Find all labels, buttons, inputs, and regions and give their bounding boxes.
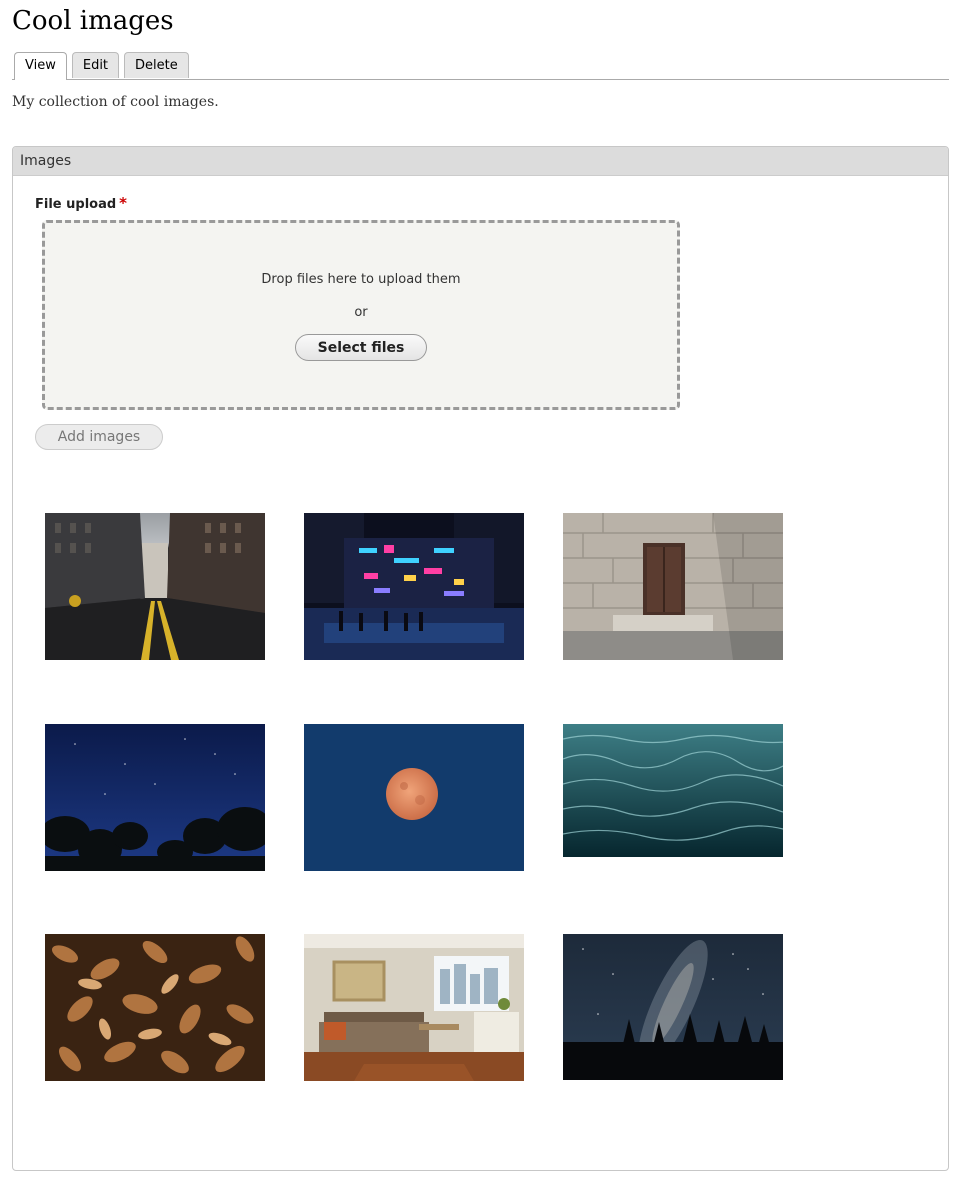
city-street-image [45,513,265,660]
gallery-image-autumn-leaves[interactable] [45,934,265,1081]
tab-edit[interactable]: Edit [71,52,120,78]
images-fieldset: Images File upload * Drop files here to u… [12,146,949,1171]
page-title: Cool images [12,6,174,36]
fieldset-legend: Images [13,147,948,176]
gallery-image-living-room[interactable] [304,934,524,1081]
night-sky-image [45,724,265,871]
neon-city-image [304,513,524,660]
dropzone-text: Drop files here to upload them [261,272,461,287]
gallery-image-full-moon[interactable] [304,724,524,871]
autumn-leaves-image [45,934,265,1081]
add-images-button[interactable]: Add images [35,424,163,450]
gallery-image-ocean-waves[interactable] [563,724,783,857]
dropzone-or: or [354,305,368,320]
gallery-image-milky-way[interactable] [563,934,783,1080]
gallery-image-neon-city[interactable] [304,513,524,660]
living-room-image [304,934,524,1081]
page-description: My collection of cool images. [12,94,219,110]
file-upload-label: File upload * [35,194,127,212]
stone-doorway-image [563,513,783,660]
full-moon-image [304,724,524,871]
gallery-image-stone-doorway[interactable] [563,513,783,660]
required-marker: * [119,194,128,212]
gallery-image-city-street[interactable] [45,513,265,660]
milky-way-image [563,934,783,1080]
select-files-button[interactable]: Select files [295,334,427,361]
tab-delete[interactable]: Delete [124,52,189,78]
tabs-divider [12,79,949,80]
tabs: View Edit Delete [14,52,194,80]
ocean-waves-image [563,724,783,857]
gallery-image-night-sky[interactable] [45,724,265,871]
file-dropzone[interactable]: Drop files here to upload them or Select… [42,220,680,410]
file-upload-label-text: File upload [35,197,117,212]
tab-view[interactable]: View [14,52,67,80]
